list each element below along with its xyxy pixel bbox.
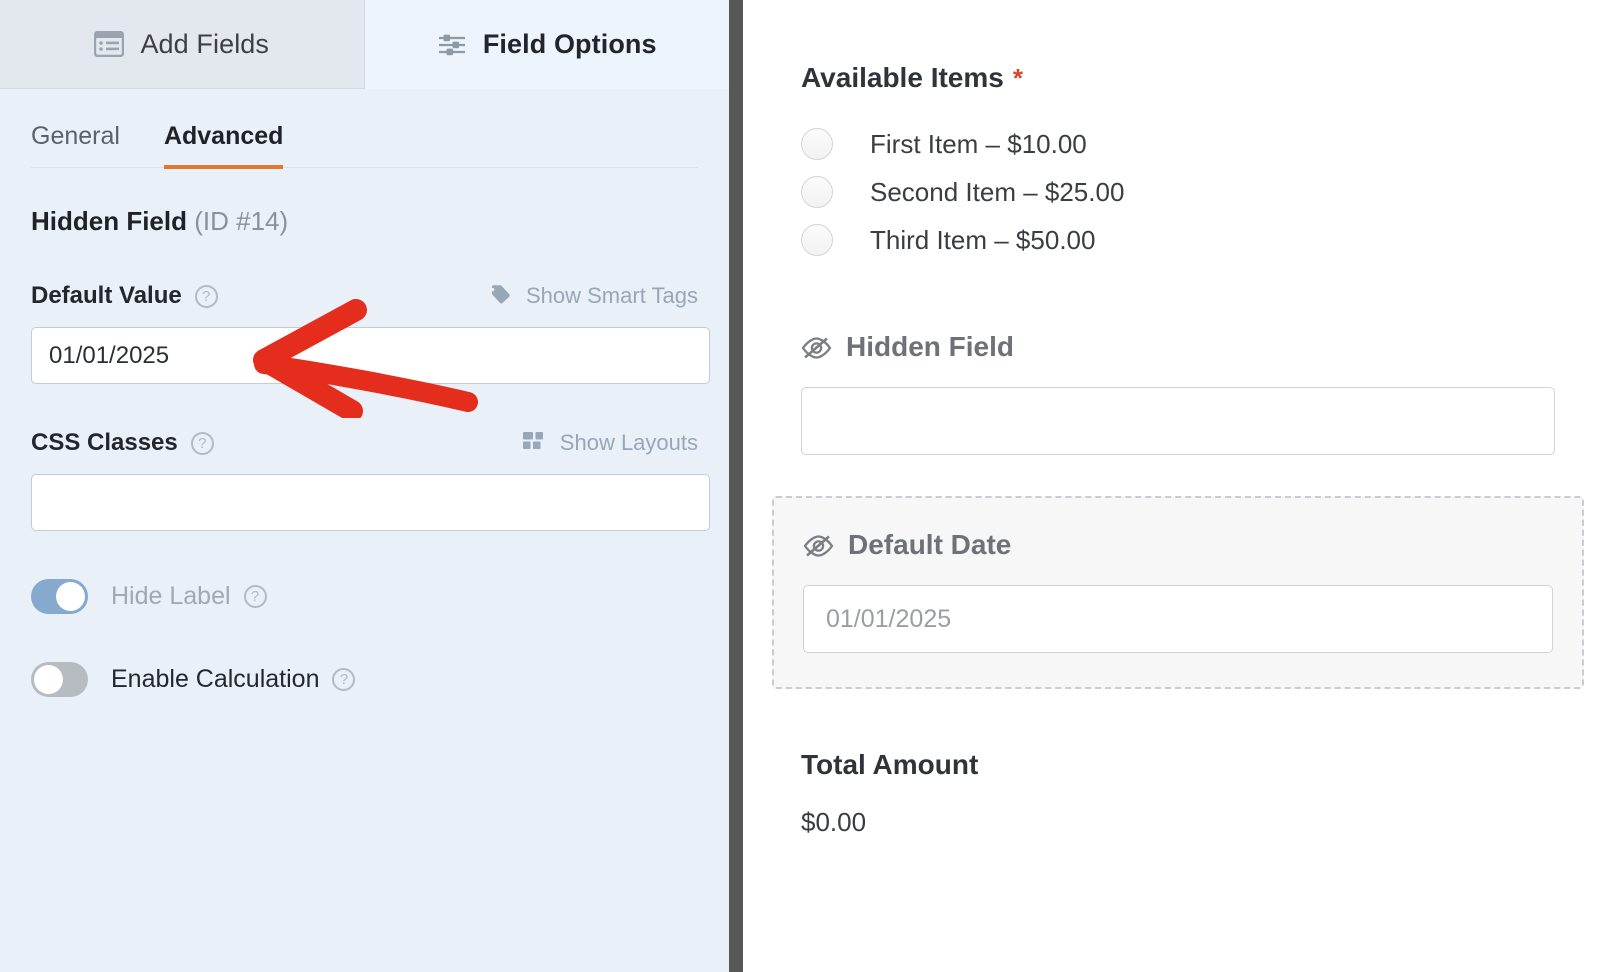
panel-tab-bar: Add Fields Field Options — [0, 0, 729, 89]
form-preview-panel: Available Items * First Item – $10.00 Se… — [743, 0, 1600, 972]
question-mark-icon[interactable]: ? — [332, 668, 356, 691]
css-classes-label: CSS Classes — [31, 429, 178, 456]
required-marker: * — [1012, 63, 1023, 93]
list-fields-icon — [94, 30, 125, 58]
preview-hidden-field[interactable]: Hidden Field — [801, 331, 1555, 455]
hide-label-text: Hide Label — [111, 582, 231, 610]
grid-layout-icon — [522, 429, 546, 457]
show-smart-tags-button[interactable]: Show Smart Tags — [486, 282, 698, 310]
preview-total-amount-field[interactable]: Total Amount $0.00 — [801, 749, 1555, 838]
subtab-advanced[interactable]: Advanced — [163, 122, 284, 169]
preview-hidden-field-label: Hidden Field — [801, 331, 1555, 363]
preview-default-date-field[interactable]: Default Date 01/01/2025 — [772, 496, 1584, 689]
preview-default-date-label-text: Default Date — [848, 529, 1012, 560]
available-items-label: Available Items * — [801, 62, 1555, 94]
radio-option-label: Third Item – $50.00 — [870, 224, 1096, 255]
radio-circle-icon[interactable] — [801, 176, 833, 208]
hide-label-row: Hide Label ? — [31, 579, 698, 614]
default-value-row-header: Default Value ? Show Smart Tags — [31, 281, 698, 311]
enable-calculation-toggle[interactable] — [31, 662, 88, 697]
default-value-input[interactable]: 01/01/2025 — [31, 327, 710, 384]
radio-option[interactable]: Second Item – $25.00 — [801, 168, 1555, 216]
radio-option-label: Second Item – $25.00 — [870, 176, 1125, 207]
tag-icon — [486, 282, 512, 310]
preview-hidden-field-label-text: Hidden Field — [846, 331, 1014, 362]
tab-field-options[interactable]: Field Options — [364, 0, 729, 89]
enable-calculation-text: Enable Calculation — [111, 665, 320, 693]
question-mark-icon[interactable]: ? — [194, 284, 218, 308]
radio-circle-icon[interactable] — [801, 128, 833, 160]
field-options-subtabs: General Advanced — [31, 89, 698, 169]
show-layouts-label: Show Layouts — [559, 430, 698, 455]
available-items-radio-group: First Item – $10.00 Second Item – $25.00… — [801, 120, 1555, 264]
radio-option[interactable]: Third Item – $50.00 — [801, 216, 1555, 264]
eye-slash-icon — [801, 335, 832, 359]
sliders-icon — [437, 32, 467, 58]
preview-hidden-field-input[interactable] — [801, 387, 1555, 455]
css-classes-input[interactable] — [31, 474, 710, 531]
tab-add-fields-label: Add Fields — [140, 28, 270, 59]
question-mark-icon[interactable]: ? — [190, 431, 214, 455]
toggle-knob — [34, 665, 63, 694]
show-layouts-button[interactable]: Show Layouts — [522, 429, 698, 457]
field-title: Hidden Field (ID #14) — [31, 206, 698, 237]
preview-default-date-input[interactable]: 01/01/2025 — [803, 585, 1553, 653]
radio-option[interactable]: First Item – $10.00 — [801, 120, 1555, 168]
field-options-panel: Add Fields Field Options General Advance… — [0, 0, 729, 972]
preview-default-date-label: Default Date — [803, 529, 1553, 561]
field-title-id: (ID #14) — [194, 206, 289, 236]
tab-field-options-label: Field Options — [482, 29, 657, 59]
enable-calculation-row: Enable Calculation ? — [31, 662, 698, 697]
form-builder-screen: Add Fields Field Options General Advance… — [0, 0, 1600, 972]
available-items-label-text: Available Items — [801, 62, 1004, 93]
field-title-name: Hidden Field — [31, 206, 187, 236]
panel-divider — [729, 0, 743, 972]
hide-label-toggle[interactable] — [31, 579, 88, 614]
radio-option-label: First Item – $10.00 — [870, 128, 1087, 159]
default-value-label: Default Value — [31, 282, 182, 309]
show-smart-tags-label: Show Smart Tags — [525, 283, 698, 308]
total-amount-value: $0.00 — [801, 807, 867, 837]
radio-circle-icon[interactable] — [801, 224, 833, 256]
form-preview-inner: Available Items * First Item – $10.00 Se… — [743, 62, 1600, 838]
toggle-knob — [56, 582, 85, 611]
subtab-general[interactable]: General — [31, 122, 120, 167]
eye-slash-icon — [803, 533, 834, 557]
tab-add-fields[interactable]: Add Fields — [0, 0, 365, 89]
css-classes-row-header: CSS Classes ? Show Layouts — [31, 428, 698, 458]
question-mark-icon[interactable]: ? — [243, 585, 267, 608]
field-options-body: Hidden Field (ID #14) Default Value ? Sh… — [0, 206, 729, 697]
total-amount-label: Total Amount — [801, 749, 979, 780]
